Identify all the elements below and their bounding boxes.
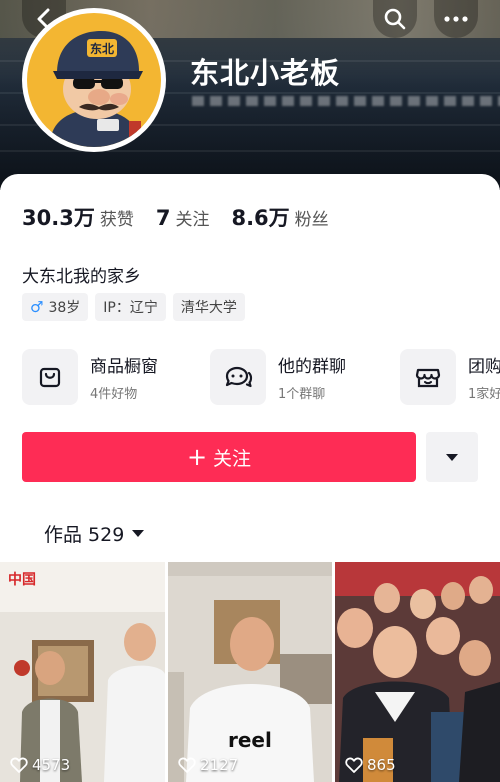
tab-works[interactable]: 作品 529 bbox=[44, 520, 145, 547]
service-title: 团购 bbox=[468, 357, 500, 377]
stat-value: 8.6万 bbox=[231, 206, 290, 230]
shopping-bag-icon bbox=[22, 349, 78, 405]
service-title: 他的群聊 bbox=[278, 357, 346, 377]
works-tab-label: 作品 529 bbox=[44, 524, 125, 546]
like-count-text: 865 bbox=[367, 756, 396, 774]
male-gender-icon: ♂ bbox=[30, 298, 44, 316]
profile-info-card: 30.3万 获赞 7 关注 8.6万 粉丝 大东北我的家乡 ♂ 38岁 IP：辽… bbox=[0, 174, 500, 564]
service-subtitle: 1家好 bbox=[468, 387, 500, 402]
stat-label: 关注 bbox=[175, 210, 210, 230]
age-tag: ♂ 38岁 bbox=[22, 293, 89, 321]
group-chat-icon bbox=[210, 349, 266, 405]
service-group-buy[interactable]: 团购 1家好 bbox=[400, 349, 500, 405]
svg-text:东北: 东北 bbox=[90, 41, 114, 56]
heart-outline-icon bbox=[345, 757, 363, 773]
stat-value: 30.3万 bbox=[22, 206, 95, 230]
stat-followers[interactable]: 8.6万 粉丝 bbox=[231, 202, 328, 232]
service-subtitle: 1个群聊 bbox=[278, 387, 326, 402]
stat-label: 粉丝 bbox=[294, 210, 329, 230]
service-title: 商品橱窗 bbox=[90, 357, 158, 377]
more-dots-icon bbox=[444, 16, 468, 22]
stat-value: 7 bbox=[155, 206, 171, 230]
search-icon bbox=[384, 8, 406, 30]
heart-outline-icon bbox=[178, 757, 196, 773]
follow-options-dropdown-button[interactable] bbox=[426, 432, 478, 482]
video-thumbnail[interactable]: 865 bbox=[335, 562, 500, 782]
age-text: 38岁 bbox=[48, 300, 81, 316]
video-like-count: 2127 bbox=[178, 756, 238, 774]
service-subtitle: 4件好物 bbox=[90, 387, 138, 402]
avatar-cartoon-image: 东北 bbox=[27, 13, 161, 147]
avatar[interactable]: 东北 bbox=[22, 8, 166, 152]
video-thumbnail[interactable]: reel 2127 bbox=[168, 562, 332, 782]
like-count-text: 4573 bbox=[32, 756, 71, 774]
heart-outline-icon bbox=[10, 757, 28, 773]
caret-down-icon bbox=[446, 453, 458, 461]
store-icon bbox=[400, 349, 456, 405]
service-product-showcase[interactable]: 商品橱窗 4件好物 bbox=[22, 349, 158, 405]
stat-likes[interactable]: 30.3万 获赞 bbox=[22, 202, 134, 232]
profile-tags: ♂ 38岁 IP：辽宁 清华大学 bbox=[22, 293, 245, 321]
caret-down-icon bbox=[132, 529, 145, 537]
service-group-chat[interactable]: 他的群聊 1个群聊 bbox=[210, 349, 346, 405]
profile-stats: 30.3万 获赞 7 关注 8.6万 粉丝 bbox=[22, 202, 351, 232]
follow-button-label: 关注 bbox=[213, 447, 252, 470]
school-tag[interactable]: 清华大学 bbox=[172, 293, 245, 321]
stat-label: 获赞 bbox=[99, 210, 134, 230]
svg-text:中国: 中国 bbox=[8, 571, 36, 588]
profile-nickname: 东北小老板 bbox=[190, 56, 341, 90]
account-id-blurred bbox=[192, 96, 500, 108]
ip-location-tag: IP：辽宁 bbox=[95, 293, 166, 321]
video-like-count: 4573 bbox=[10, 756, 70, 774]
video-thumbnail[interactable]: 中国 4573 bbox=[0, 562, 165, 782]
like-count-text: 2127 bbox=[200, 756, 239, 774]
profile-bio: 大东北我的家乡 bbox=[22, 267, 141, 287]
video-like-count: 865 bbox=[345, 756, 396, 774]
video-grid: 中国 4573 reel 2127 865 bbox=[0, 562, 500, 782]
stat-following[interactable]: 7 关注 bbox=[156, 205, 210, 230]
svg-text:reel: reel bbox=[228, 728, 272, 752]
services-row: 商品橱窗 4件好物 他的群聊 1个群聊 团购 1家好 bbox=[22, 349, 500, 405]
follow-button[interactable]: + 关注 bbox=[22, 432, 416, 482]
plus-icon: + bbox=[186, 443, 208, 471]
